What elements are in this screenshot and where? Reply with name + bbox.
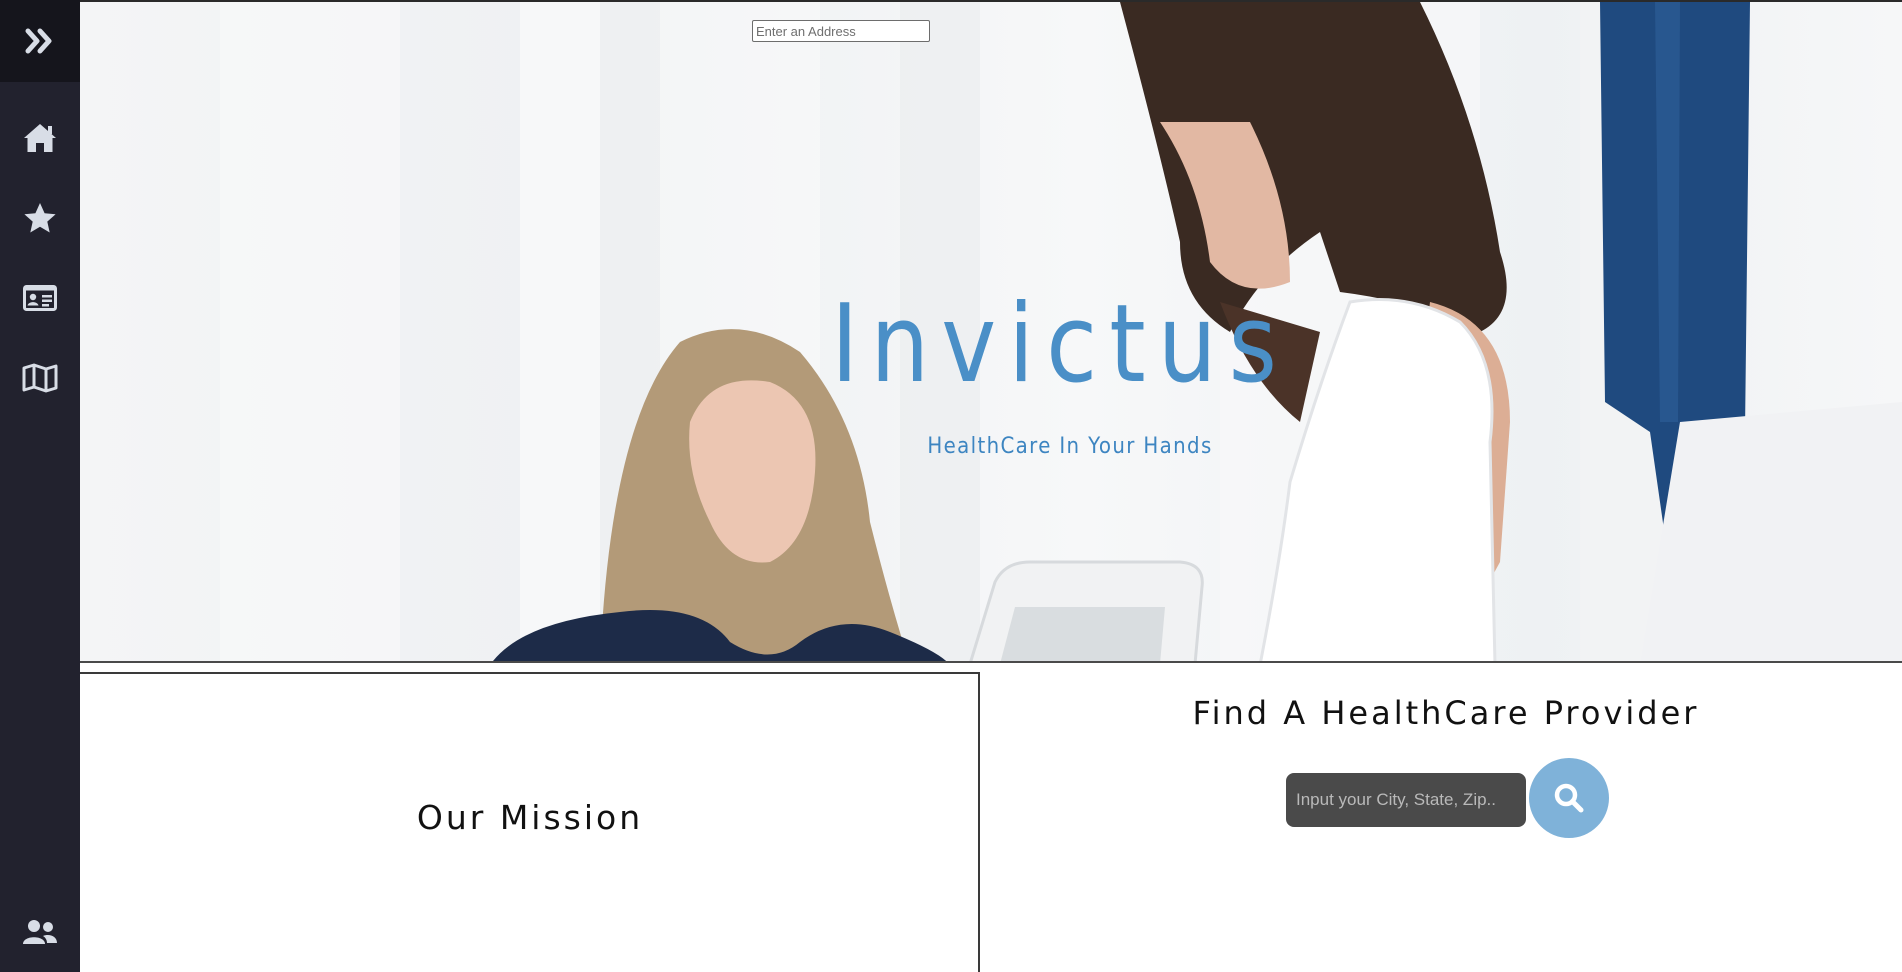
mission-card: Our Mission — [80, 672, 980, 972]
sidebar-item-profile[interactable] — [0, 266, 80, 330]
sidebar-item-favorites[interactable] — [0, 186, 80, 250]
sidebar-item-map[interactable] — [0, 346, 80, 410]
map-icon — [22, 363, 58, 393]
hero-title: Invictus — [830, 282, 1290, 407]
sidebar — [0, 0, 80, 972]
double-chevron-right-icon — [25, 28, 52, 54]
home-icon — [24, 124, 56, 152]
id-card-icon — [23, 285, 57, 311]
star-icon — [24, 203, 56, 233]
provider-search-title: Find A HealthCare Provider — [1192, 694, 1700, 732]
mission-title: Our Mission — [416, 798, 644, 837]
sidebar-item-home[interactable] — [0, 106, 80, 170]
address-input[interactable] — [752, 20, 930, 42]
sidebar-toggle-button[interactable] — [0, 0, 80, 82]
sidebar-item-team[interactable] — [0, 900, 80, 964]
hero-section: Invictus HealthCare In Your Hands — [80, 0, 1902, 663]
users-icon — [23, 920, 57, 944]
search-icon — [1554, 783, 1584, 813]
hero-tagline: HealthCare In Your Hands — [927, 434, 1213, 459]
provider-search-input[interactable] — [1286, 773, 1526, 827]
provider-search-button[interactable] — [1529, 758, 1609, 838]
